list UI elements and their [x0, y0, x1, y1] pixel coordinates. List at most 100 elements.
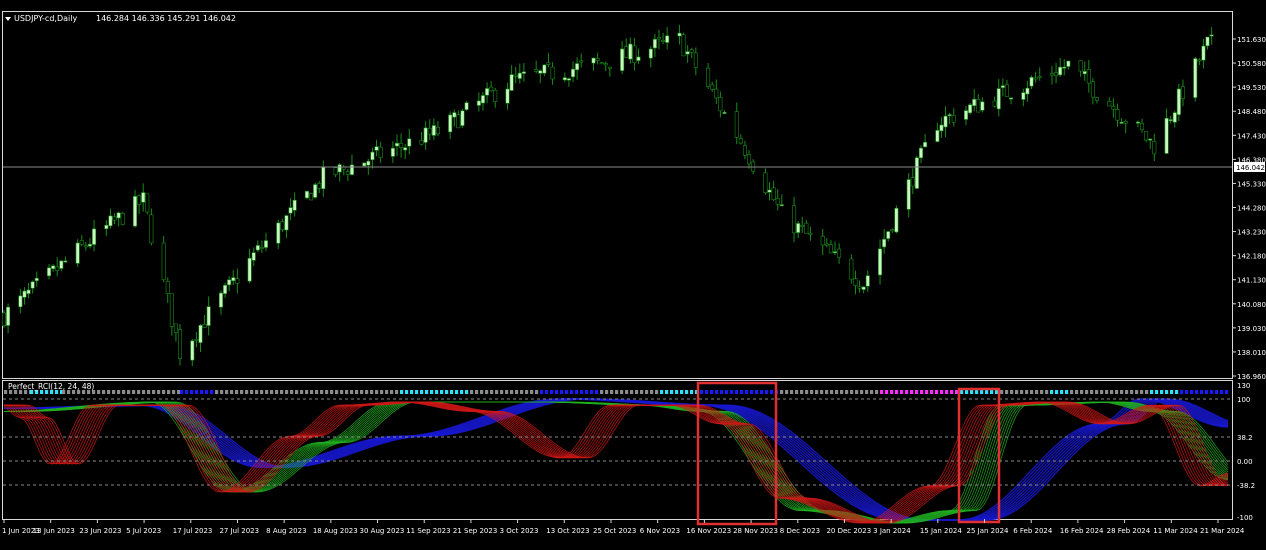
signal-dot: [1095, 390, 1099, 394]
candle-body: [538, 70, 543, 74]
signal-dot: [845, 390, 849, 394]
symbol-label: USDJPY-cd,Daily: [14, 14, 77, 23]
candle-body: [427, 127, 432, 135]
candle-body: [108, 215, 113, 227]
candle-body: [562, 77, 567, 81]
indicator-tick-label: 0.00: [1237, 458, 1253, 466]
signal-dot: [985, 390, 989, 394]
candle-body: [378, 146, 383, 158]
signal-dot: [530, 390, 534, 394]
signal-dot: [435, 390, 439, 394]
indicator-tick-label: 130: [1237, 382, 1250, 390]
signal-dot: [965, 390, 969, 394]
signal-dot: [1090, 390, 1094, 394]
signal-dot: [107, 390, 111, 394]
signal-dot: [300, 390, 304, 394]
date-tick-label: 8 Dec 2023: [780, 527, 820, 535]
candle-body: [276, 222, 281, 244]
candle-body: [235, 278, 240, 284]
signal-dot: [905, 390, 909, 394]
date-tick-label: 13 Oct 2023: [546, 527, 589, 535]
signal-dot: [1105, 390, 1109, 394]
candle-body: [59, 260, 64, 269]
indicator-tick-label: 38.2: [1237, 434, 1253, 442]
signal-dot: [195, 390, 199, 394]
candle-body: [665, 35, 670, 43]
signal-dot: [590, 390, 594, 394]
candle-body: [599, 62, 604, 65]
date-tick-label: 28 Nov 2023: [733, 527, 778, 535]
candle-body: [656, 37, 661, 40]
date-tick-label: 25 Oct 2023: [593, 527, 636, 535]
signal-dot: [685, 390, 689, 394]
signal-dot: [575, 390, 579, 394]
signal-dot: [735, 390, 739, 394]
signal-dot: [405, 390, 409, 394]
signal-dot: [180, 390, 184, 394]
signal-dot: [137, 390, 141, 394]
candle-body: [390, 147, 395, 157]
candle-body: [1111, 106, 1116, 110]
date-tick-label: 3 Oct 2023: [500, 527, 539, 535]
ohlc-label: 146.284 146.336 145.291 146.042: [96, 14, 236, 23]
signal-dot: [1165, 390, 1169, 394]
candle-body: [906, 179, 911, 210]
candle-body: [710, 84, 715, 90]
candle-body: [951, 115, 956, 123]
signal-dot: [1145, 390, 1149, 394]
date-tick-label: 30 Aug 2023: [360, 527, 405, 535]
signal-dot: [250, 390, 254, 394]
signal-dot: [585, 390, 589, 394]
signal-dot: [117, 390, 121, 394]
signal-dot: [102, 390, 106, 394]
candle-body: [251, 252, 256, 261]
signal-dot: [1070, 390, 1074, 394]
candle-body: [198, 325, 203, 343]
signal-dot: [167, 390, 171, 394]
date-tick-label: 21 Mar 2024: [1200, 527, 1245, 535]
signal-dot: [185, 390, 189, 394]
candle-body: [292, 199, 297, 211]
signal-dot: [425, 390, 429, 394]
candle-body: [886, 231, 891, 239]
date-tick-label: 6 Feb 2024: [1013, 527, 1053, 535]
signal-dot: [1100, 390, 1104, 394]
signal-dot: [725, 390, 729, 394]
signal-dot: [355, 390, 359, 394]
indicator-tick-label: -38.2: [1237, 482, 1255, 490]
candle-body: [808, 232, 813, 235]
signal-dot: [230, 390, 234, 394]
candle-body: [112, 216, 117, 221]
candle-body: [923, 141, 928, 148]
candle-body: [833, 251, 838, 254]
signal-dot: [310, 390, 314, 394]
candle-body: [92, 228, 97, 245]
candle-body: [374, 146, 379, 151]
signal-dot: [1125, 390, 1129, 394]
candle-body: [513, 74, 518, 77]
price-tick-label: 141.130: [1237, 277, 1266, 285]
date-tick-label: 5 Jul 2023: [126, 527, 161, 535]
candle-body: [206, 306, 211, 326]
signal-dot: [400, 390, 404, 394]
candle-body: [804, 222, 809, 234]
candle-body: [476, 100, 481, 106]
price-and-indicator-chart[interactable]: USDJPY-cd,Daily 146.284 146.336 145.291 …: [0, 0, 1266, 546]
signal-dot: [750, 390, 754, 394]
date-tick-label: 25 Jan 2024: [967, 527, 1010, 535]
signal-dot: [1115, 390, 1119, 394]
candle-body: [489, 86, 494, 92]
candle-body: [18, 295, 23, 308]
candle-body: [30, 281, 35, 289]
candle-body: [223, 284, 228, 294]
candle-body: [288, 207, 293, 214]
signal-dot: [915, 390, 919, 394]
signal-dot: [535, 390, 539, 394]
signal-dot: [1180, 390, 1184, 394]
candle-body: [284, 215, 289, 231]
signal-dot: [815, 390, 819, 394]
signal-dot: [610, 390, 614, 394]
signal-dot: [1030, 390, 1034, 394]
candle-body: [636, 56, 641, 61]
date-tick-label: 21 Sep 2023: [453, 527, 497, 535]
